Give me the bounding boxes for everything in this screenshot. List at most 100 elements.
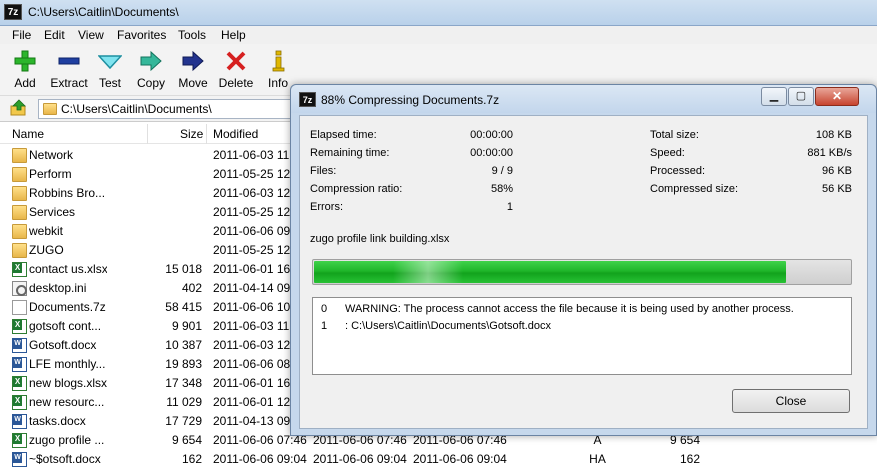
errors-label: Errors: xyxy=(310,201,343,213)
message-text: : C:\Users\Caitlin\Documents\Gotsoft.doc… xyxy=(345,320,552,332)
minimize-button[interactable]: ▁ xyxy=(761,87,787,106)
word-file-icon xyxy=(12,414,27,429)
file-name: desktop.ini xyxy=(29,281,87,295)
test-button[interactable]: Test xyxy=(94,46,126,94)
folder-icon xyxy=(12,224,27,239)
compressed-size-label: Compressed size: xyxy=(650,183,739,195)
extract-button[interactable]: Extract xyxy=(48,46,90,94)
file-attributes: HA xyxy=(589,452,606,466)
file-name: Documents.7z xyxy=(29,300,106,314)
column-name[interactable]: Name xyxy=(12,127,44,141)
menu-tools[interactable]: Tools xyxy=(178,28,206,42)
menu-edit[interactable]: Edit xyxy=(44,28,65,42)
address-path: C:\Users\Caitlin\Documents\ xyxy=(61,102,212,116)
file-size: 15 018 xyxy=(165,262,202,276)
file-row[interactable]: ~$otsoft.docx 162 2011-06-06 09:04 2011-… xyxy=(0,450,877,469)
word-file-icon xyxy=(12,338,27,353)
menu-help[interactable]: Help xyxy=(221,28,246,42)
maximize-button[interactable]: ▢ xyxy=(788,87,814,106)
total-size-value: 108 KB xyxy=(815,129,852,141)
excel-file-icon xyxy=(12,376,27,391)
file-name: new resourc... xyxy=(29,395,105,409)
menu-favorites[interactable]: Favorites xyxy=(117,28,166,42)
folder-icon xyxy=(12,148,27,163)
files-value: 9 / 9 xyxy=(491,165,513,177)
file-size: 19 893 xyxy=(165,357,202,371)
file-name: LFE monthly... xyxy=(29,357,106,371)
speed-value: 881 KB/s xyxy=(807,147,852,159)
dialog-titlebar[interactable]: 7z 88% Compressing Documents.7z ▁ ▢ ✕ xyxy=(291,85,876,113)
file-name: zugo profile ... xyxy=(29,433,105,447)
file-name: tasks.docx xyxy=(29,414,86,428)
delete-label: Delete xyxy=(218,76,254,90)
file-accessed: 2011-06-06 09:04 xyxy=(413,452,507,466)
menu-bar: File Edit View Favorites Tools Help xyxy=(0,26,877,44)
excel-file-icon xyxy=(12,262,27,277)
column-divider[interactable] xyxy=(206,124,207,144)
message-index: 0 xyxy=(321,303,328,315)
close-window-button[interactable]: ✕ xyxy=(815,87,859,106)
file-created: 2011-06-06 09:04 xyxy=(313,452,407,466)
file-name: gotsoft cont... xyxy=(29,319,102,333)
file-size: 9 901 xyxy=(171,319,202,333)
add-label: Add xyxy=(14,76,36,90)
window-title: C:\Users\Caitlin\Documents\ xyxy=(28,5,179,19)
file-size: 402 xyxy=(181,281,202,295)
current-file-name: zugo profile link building.xlsx xyxy=(310,233,450,245)
progress-bar xyxy=(312,259,852,285)
column-modified[interactable]: Modified xyxy=(213,127,258,141)
word-file-icon xyxy=(12,452,27,467)
dialog-body: Elapsed time: 00:00:00 Remaining time: 0… xyxy=(299,115,868,429)
total-size-label: Total size: xyxy=(650,129,699,141)
compression-ratio-label: Compression ratio: xyxy=(310,183,403,195)
word-file-icon xyxy=(12,357,27,372)
file-name: new blogs.xlsx xyxy=(29,376,107,390)
main-titlebar[interactable]: 7z C:\Users\Caitlin\Documents\ xyxy=(0,0,877,26)
compression-ratio-value: 58% xyxy=(490,183,513,195)
move-label: Move xyxy=(178,76,208,90)
errors-value: 1 xyxy=(506,201,513,213)
folder-icon xyxy=(12,205,27,220)
file-size: 11 029 xyxy=(166,395,202,409)
delete-x-icon xyxy=(226,51,246,71)
progress-bar-shine xyxy=(393,261,463,283)
menu-view[interactable]: View xyxy=(78,28,104,42)
messages-list[interactable]: 0 WARNING: The process cannot access the… xyxy=(312,297,852,375)
copy-button[interactable]: Copy xyxy=(134,46,168,94)
delete-button[interactable]: Delete xyxy=(217,46,255,94)
processed-value: 96 KB xyxy=(822,165,852,177)
info-button[interactable]: Info xyxy=(264,46,292,94)
close-button[interactable]: Close xyxy=(732,389,850,413)
elapsed-time-label: Elapsed time: xyxy=(310,129,377,141)
message-text: WARNING: The process cannot access the f… xyxy=(345,303,794,315)
file-name: Perform xyxy=(29,167,72,181)
move-arrow-icon xyxy=(182,50,204,72)
copy-arrow-icon xyxy=(140,50,162,72)
file-size: 162 xyxy=(181,452,202,466)
file-name: contact us.xlsx xyxy=(29,262,107,276)
close-icon: ✕ xyxy=(831,89,843,103)
processed-label: Processed: xyxy=(650,165,706,177)
column-size[interactable]: Size xyxy=(180,127,203,141)
extract-label: Extract xyxy=(50,76,88,90)
file-size: 17 729 xyxy=(165,414,202,428)
menu-file[interactable]: File xyxy=(12,28,31,42)
remaining-time-value: 00:00:00 xyxy=(470,147,513,159)
check-icon xyxy=(98,55,122,70)
move-button[interactable]: Move xyxy=(176,46,210,94)
file-modified: 2011-06-06 09:04 xyxy=(213,452,307,466)
address-input[interactable]: C:\Users\Caitlin\Documents\ xyxy=(38,99,328,119)
excel-file-icon xyxy=(12,395,27,410)
progress-bar-fill xyxy=(314,261,786,283)
column-divider[interactable] xyxy=(147,124,148,144)
maximize-icon: ▢ xyxy=(795,90,807,102)
folder-icon xyxy=(12,167,27,182)
test-label: Test xyxy=(98,76,121,90)
add-button[interactable]: Add xyxy=(8,46,42,94)
folder-up-icon[interactable] xyxy=(10,99,28,117)
files-label: Files: xyxy=(310,165,337,177)
elapsed-time-value: 00:00:00 xyxy=(470,129,513,141)
file-name: ZUGO xyxy=(29,243,64,257)
file-name: Services xyxy=(29,205,76,219)
plus-icon xyxy=(14,50,36,72)
